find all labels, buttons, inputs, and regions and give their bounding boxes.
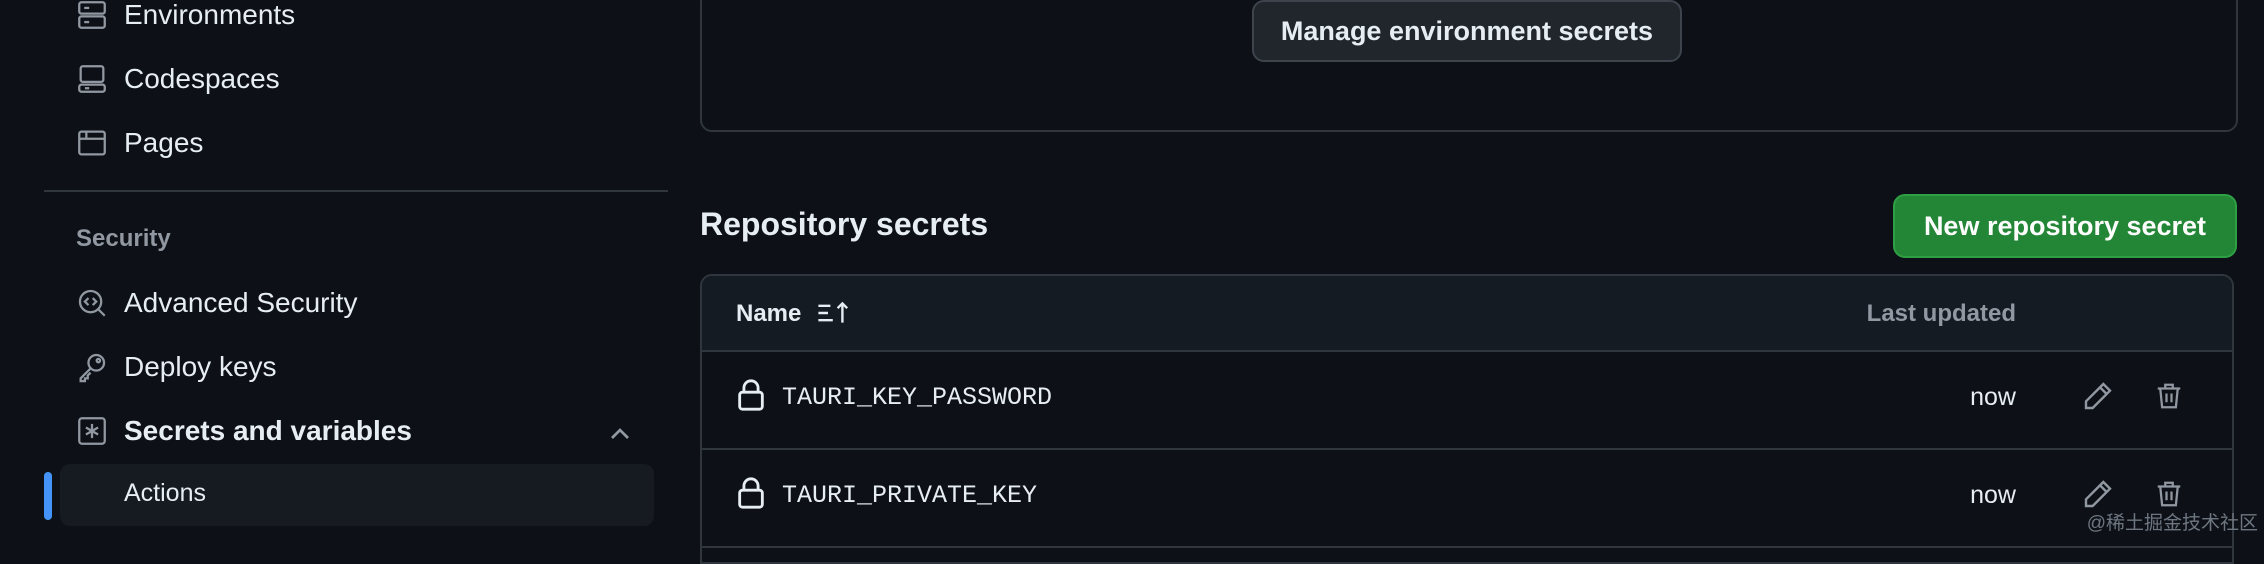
codespaces-icon [74, 61, 110, 97]
column-header-last-updated: Last updated [1866, 300, 2016, 327]
codescan-icon [74, 285, 110, 321]
settings-sidebar: Environments Codespaces Pages Security A… [0, 0, 670, 542]
active-indicator [44, 472, 52, 520]
pencil-icon[interactable] [2082, 478, 2114, 510]
sidebar-item-label: Secrets and variables [124, 415, 412, 446]
secret-name: TAURI_PRIVATE_KEY [782, 481, 1038, 510]
manage-environment-secrets-button[interactable]: Manage environment secrets [1252, 0, 1682, 62]
sort-ascending-icon[interactable] [816, 298, 852, 328]
secret-updated: now [1970, 383, 2016, 411]
chevron-up-icon[interactable] [604, 418, 636, 450]
sidebar-item-label: Advanced Security [124, 287, 358, 318]
asterisk-icon [74, 413, 110, 449]
sidebar-section-heading: Security [76, 225, 171, 252]
table-row: TAURI_KEY_PASSWORD now [702, 350, 2232, 450]
table-header: Name Last updated [702, 276, 2232, 352]
sidebar-item-pages[interactable]: Pages [74, 118, 203, 168]
sidebar-item-deploy-keys[interactable]: Deploy keys [74, 342, 277, 392]
lock-icon [738, 379, 764, 411]
trash-icon[interactable] [2154, 478, 2184, 510]
section-title: Repository secrets [700, 206, 989, 242]
server-icon [74, 0, 110, 33]
browser-icon [74, 125, 110, 161]
secret-updated: now [1970, 481, 2016, 509]
sidebar-item-label: Deploy keys [124, 351, 277, 382]
secret-name: TAURI_KEY_PASSWORD [782, 383, 1053, 412]
trash-icon[interactable] [2154, 380, 2184, 412]
sidebar-item-label: Pages [124, 127, 204, 158]
sidebar-subitem-label: Actions [124, 479, 206, 507]
sidebar-divider [44, 190, 668, 192]
secrets-table: Name Last updated TAURI_KEY_PASSWORD now… [700, 274, 2234, 564]
column-header-name[interactable]: Name [736, 300, 801, 328]
table-row: TAURI_PRIVATE_KEY now [702, 448, 2232, 548]
sidebar-item-label: Codespaces [124, 63, 280, 94]
pencil-icon[interactable] [2082, 380, 2114, 412]
sidebar-item-label: Environments [124, 0, 296, 30]
sidebar-item-environments[interactable]: Environments [74, 0, 295, 40]
new-repository-secret-button[interactable]: New repository secret [1893, 194, 2237, 258]
watermark: @稀土掘金技术社区 [2086, 513, 2258, 534]
sidebar-item-codespaces[interactable]: Codespaces [74, 54, 280, 104]
sidebar-item-advanced-security[interactable]: Advanced Security [74, 278, 357, 328]
key-icon [74, 349, 110, 385]
sidebar-item-secrets-and-variables[interactable]: Secrets and variables [74, 406, 412, 456]
lock-icon [738, 477, 764, 509]
